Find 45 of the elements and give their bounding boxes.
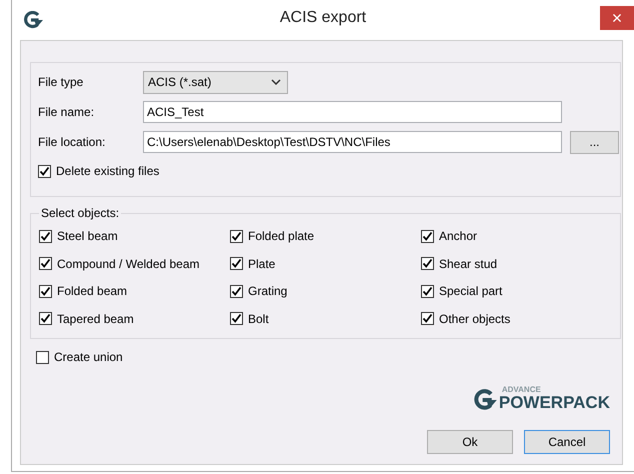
checkbox-label: Steel beam (57, 229, 118, 243)
cancel-button[interactable]: Cancel (524, 430, 610, 454)
group-title: Select objects: (39, 206, 122, 220)
checkbox[interactable] (421, 284, 434, 298)
checkbox[interactable] (230, 284, 243, 298)
logo-icon (472, 389, 498, 411)
checkbox-label: Tapered beam (57, 312, 134, 326)
checkbox[interactable] (421, 257, 434, 270)
checkbox-label: Other objects (439, 312, 510, 326)
checkbox-label: Shear stud (439, 256, 498, 270)
checkbox[interactable] (230, 257, 243, 270)
file-location-label: File location: (38, 135, 106, 149)
window-title: ACIS export (280, 9, 366, 27)
file-name-label: File name: (38, 105, 96, 119)
checkbox[interactable] (230, 312, 243, 325)
browse-button[interactable]: ... (570, 130, 619, 154)
checkbox-label: Create union (54, 350, 123, 364)
logo-icon (22, 11, 44, 29)
checkbox[interactable] (39, 284, 52, 298)
checkbox-label: Anchor (439, 229, 478, 243)
checkbox[interactable] (39, 312, 52, 325)
checkbox-label: Folded plate (248, 229, 314, 243)
checkbox-label: Compound / Welded beam (57, 256, 200, 270)
file-type-label: File type (38, 75, 84, 89)
file-location-field[interactable]: C:\Users\elenab\Desktop\Test\DSTV\NC\Files (143, 131, 562, 153)
caret-icon (271, 79, 281, 85)
file-name-field[interactable]: ACIS_Test (143, 101, 562, 123)
checkbox-label: Grating (248, 284, 288, 298)
checkbox-label: Delete existing files (56, 164, 160, 178)
checkbox-label: Folded beam (57, 284, 128, 298)
checkbox[interactable] (39, 257, 52, 270)
checkbox[interactable] (230, 230, 243, 242)
logo-text: POWERPACK (498, 394, 610, 411)
checkbox[interactable] (39, 230, 52, 242)
ok-button[interactable]: Ok (427, 430, 513, 454)
file-type-dropdown[interactable]: ACIS (*.sat) (143, 70, 288, 94)
checkbox[interactable] (36, 350, 49, 364)
checkbox-label: Special part (439, 284, 502, 298)
checkbox[interactable] (421, 312, 434, 325)
checkbox-label: Bolt (248, 312, 269, 326)
logo-text: ADVANCE (502, 386, 541, 394)
checkbox[interactable] (421, 230, 434, 242)
checkbox-label: Plate (248, 256, 276, 270)
checkbox[interactable] (38, 164, 51, 178)
close-button[interactable]: × (600, 6, 634, 30)
